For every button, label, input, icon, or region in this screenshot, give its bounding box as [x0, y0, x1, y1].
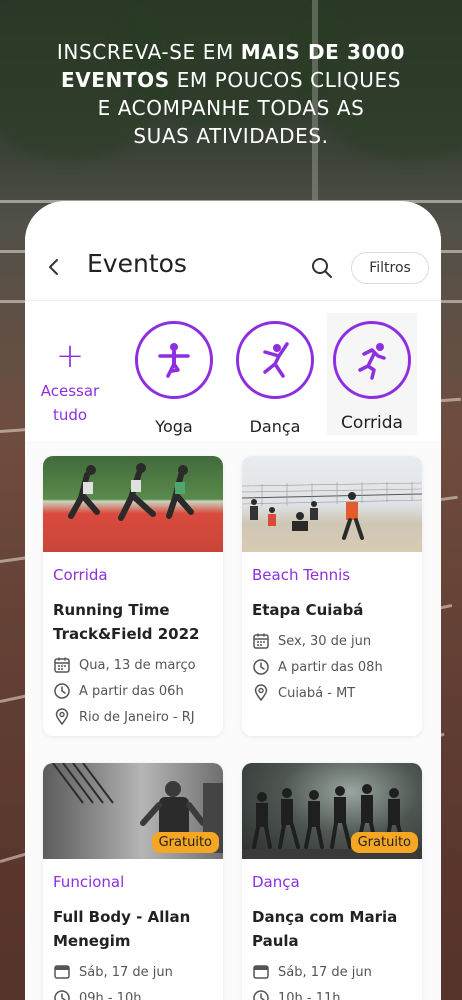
- event-photo: [43, 456, 223, 552]
- filters-button[interactable]: Filtros: [351, 252, 429, 284]
- phone-screen: Eventos Filtros + Acessar tudo Yoga Danç…: [25, 201, 441, 1000]
- headline-text: INSCREVA-SE EM: [56, 40, 241, 64]
- event-category: Beach Tennis: [252, 566, 351, 584]
- back-button[interactable]: [43, 256, 65, 278]
- search-button[interactable]: [310, 256, 334, 280]
- category-yoga[interactable]: Yoga: [129, 321, 219, 436]
- event-photo: [242, 456, 422, 552]
- event-photo: Gratuito: [43, 763, 223, 859]
- clock-icon: [253, 990, 269, 1000]
- event-name: Running Time Track&Field 2022: [53, 601, 200, 643]
- location-pin-icon: [55, 708, 69, 726]
- free-badge: Gratuito: [350, 832, 418, 853]
- clock-icon: [54, 683, 70, 699]
- running-icon: [358, 343, 386, 380]
- category-running[interactable]: Corrida: [327, 313, 417, 435]
- headline-text: SUAS ATIVIDADES.: [133, 124, 329, 148]
- event-category: Funcional: [53, 873, 125, 891]
- headline-text: EM POUCOS CLIQUES: [169, 68, 402, 92]
- category-label: Dança: [249, 417, 301, 436]
- event-time: 10h - 11h: [278, 990, 341, 1000]
- event-date: Qua, 13 de março: [79, 657, 196, 673]
- event-photo: Gratuito: [242, 763, 422, 859]
- category-carousel: + Acessar tudo Yoga Dança Corrida: [25, 301, 441, 441]
- event-name: Dança com Maria Paula: [252, 908, 398, 950]
- event-name: Etapa Cuiabá: [252, 601, 364, 619]
- view-all-label: tudo: [52, 406, 88, 424]
- category-label: Yoga: [155, 417, 193, 436]
- event-category: Corrida: [53, 566, 108, 584]
- calendar-icon: [54, 657, 70, 673]
- calendar-icon: [253, 965, 269, 979]
- event-time: 09h - 10h: [79, 990, 142, 1000]
- location-pin-icon: [254, 684, 268, 702]
- event-card[interactable]: Corrida Running Time Track&Field 2022 Qu…: [43, 456, 223, 736]
- free-badge: Gratuito: [151, 832, 219, 853]
- chevron-left-icon: [49, 259, 58, 275]
- view-all-label: Acessar: [40, 382, 100, 400]
- dance-icon: [263, 342, 289, 378]
- headline-text: E ACOMPANHE TODAS AS: [97, 96, 365, 120]
- yoga-icon: [158, 343, 190, 378]
- view-all-categories-button[interactable]: + Acessar tudo: [35, 339, 105, 427]
- calendar-icon: [54, 965, 70, 979]
- event-date: Sex, 30 de jun: [278, 633, 372, 649]
- event-card[interactable]: Gratuito Dança Dança com Maria Paula Sáb…: [242, 763, 422, 1000]
- headline-bold: MAIS DE 3000: [240, 40, 406, 64]
- event-time: A partir das 06h: [79, 683, 184, 699]
- event-card[interactable]: Beach Tennis Etapa Cuiabá Sex, 30 de jun…: [242, 456, 422, 736]
- event-location: Rio de Janeiro - RJ: [79, 709, 195, 725]
- app-header: Eventos Filtros: [25, 201, 441, 301]
- promo-headline: INSCREVA-SE EM MAIS DE 3000 EVENTOS EM P…: [0, 38, 462, 150]
- headline-bold: EVENTOS: [60, 68, 170, 92]
- clock-icon: [253, 659, 269, 675]
- page-title: Eventos: [87, 249, 187, 278]
- event-date: Sáb, 17 de jun: [278, 964, 372, 980]
- event-date: Sáb, 17 de jun: [79, 964, 173, 980]
- plus-icon: +: [55, 336, 85, 376]
- clock-icon: [54, 990, 70, 1000]
- event-name: Full Body - Allan Menegim: [53, 908, 191, 950]
- category-label: Corrida: [341, 413, 403, 433]
- event-location: Cuiabá - MT: [278, 685, 356, 701]
- event-category: Dança: [252, 873, 300, 891]
- calendar-icon: [253, 633, 269, 649]
- category-dance[interactable]: Dança: [230, 321, 320, 436]
- search-icon: [312, 258, 332, 278]
- event-card[interactable]: Gratuito Funcional Full Body - Allan Men…: [43, 763, 223, 1000]
- event-time: A partir das 08h: [278, 659, 383, 675]
